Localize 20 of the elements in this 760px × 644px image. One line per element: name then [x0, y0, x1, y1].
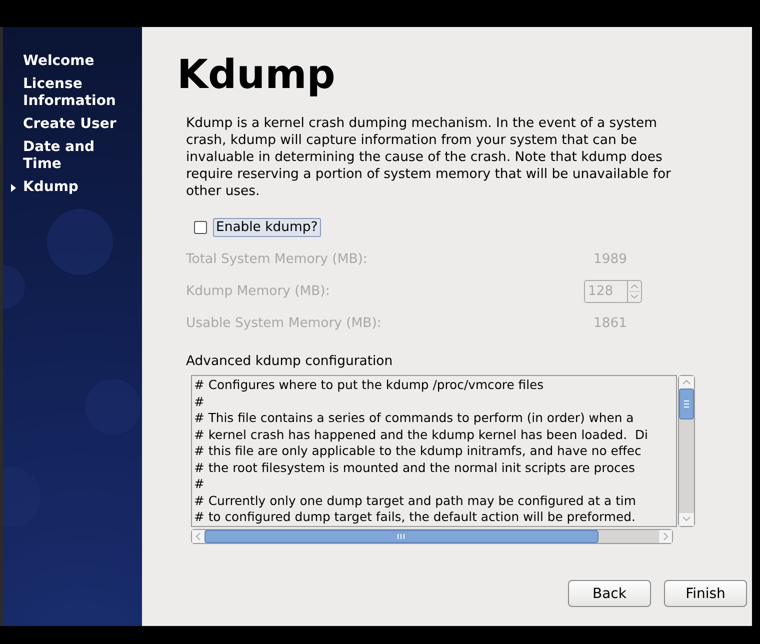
section-label: Advanced kdump configuration — [186, 354, 394, 369]
enable-checkbox[interactable] — [194, 221, 207, 234]
horizontal-scrollbar[interactable] — [191, 529, 673, 544]
sidebar-step: Kdump — [23, 179, 133, 196]
vertical-scrollbar[interactable] — [678, 375, 695, 527]
sidebar-step: Welcome — [23, 53, 133, 70]
memory-label: Total System Memory (MB): — [186, 252, 368, 266]
description-text: Kdump is a kernel crash dumping mechanism. In the event of a system crash, kdump will capture information from your system that can be invaluable in determining the cause of the crash. Note that kdump does require reserving a portion of system memory that will be unavailable for other uses. — [186, 115, 672, 200]
memory-label: Kdump Memory (MB): — [186, 284, 330, 298]
wizard-button[interactable]: Finish — [664, 580, 747, 607]
sidebar-step: Date and Time — [23, 139, 133, 173]
memory-label: Usable System Memory (MB): — [186, 316, 382, 330]
memory-value: 1989 — [592, 252, 628, 266]
page-title: Kdump — [177, 51, 336, 99]
sidebar-step: Create User — [23, 116, 133, 133]
memory-value: 1861 — [592, 316, 628, 330]
sidebar-step: License Information — [23, 76, 133, 110]
checkbox-label[interactable]: Enable kdump? — [213, 218, 321, 237]
wizard-button[interactable]: Back — [568, 580, 651, 607]
config-text-area[interactable]: # Configures where to put the kdump /proc/vmcore files # # This file contains a series of commands to perform (in order) when a # kernel crash has happened and the kdump kernel has been loaded. Di # this file are only applicable to the kdump initramfs, and have no effec # the root filesystem is mounted and the normal init scripts are proces # # Currently only one dump target and path may be configured at a tim # to configured dump target fails, the default action will be preformed. — [191, 375, 677, 527]
